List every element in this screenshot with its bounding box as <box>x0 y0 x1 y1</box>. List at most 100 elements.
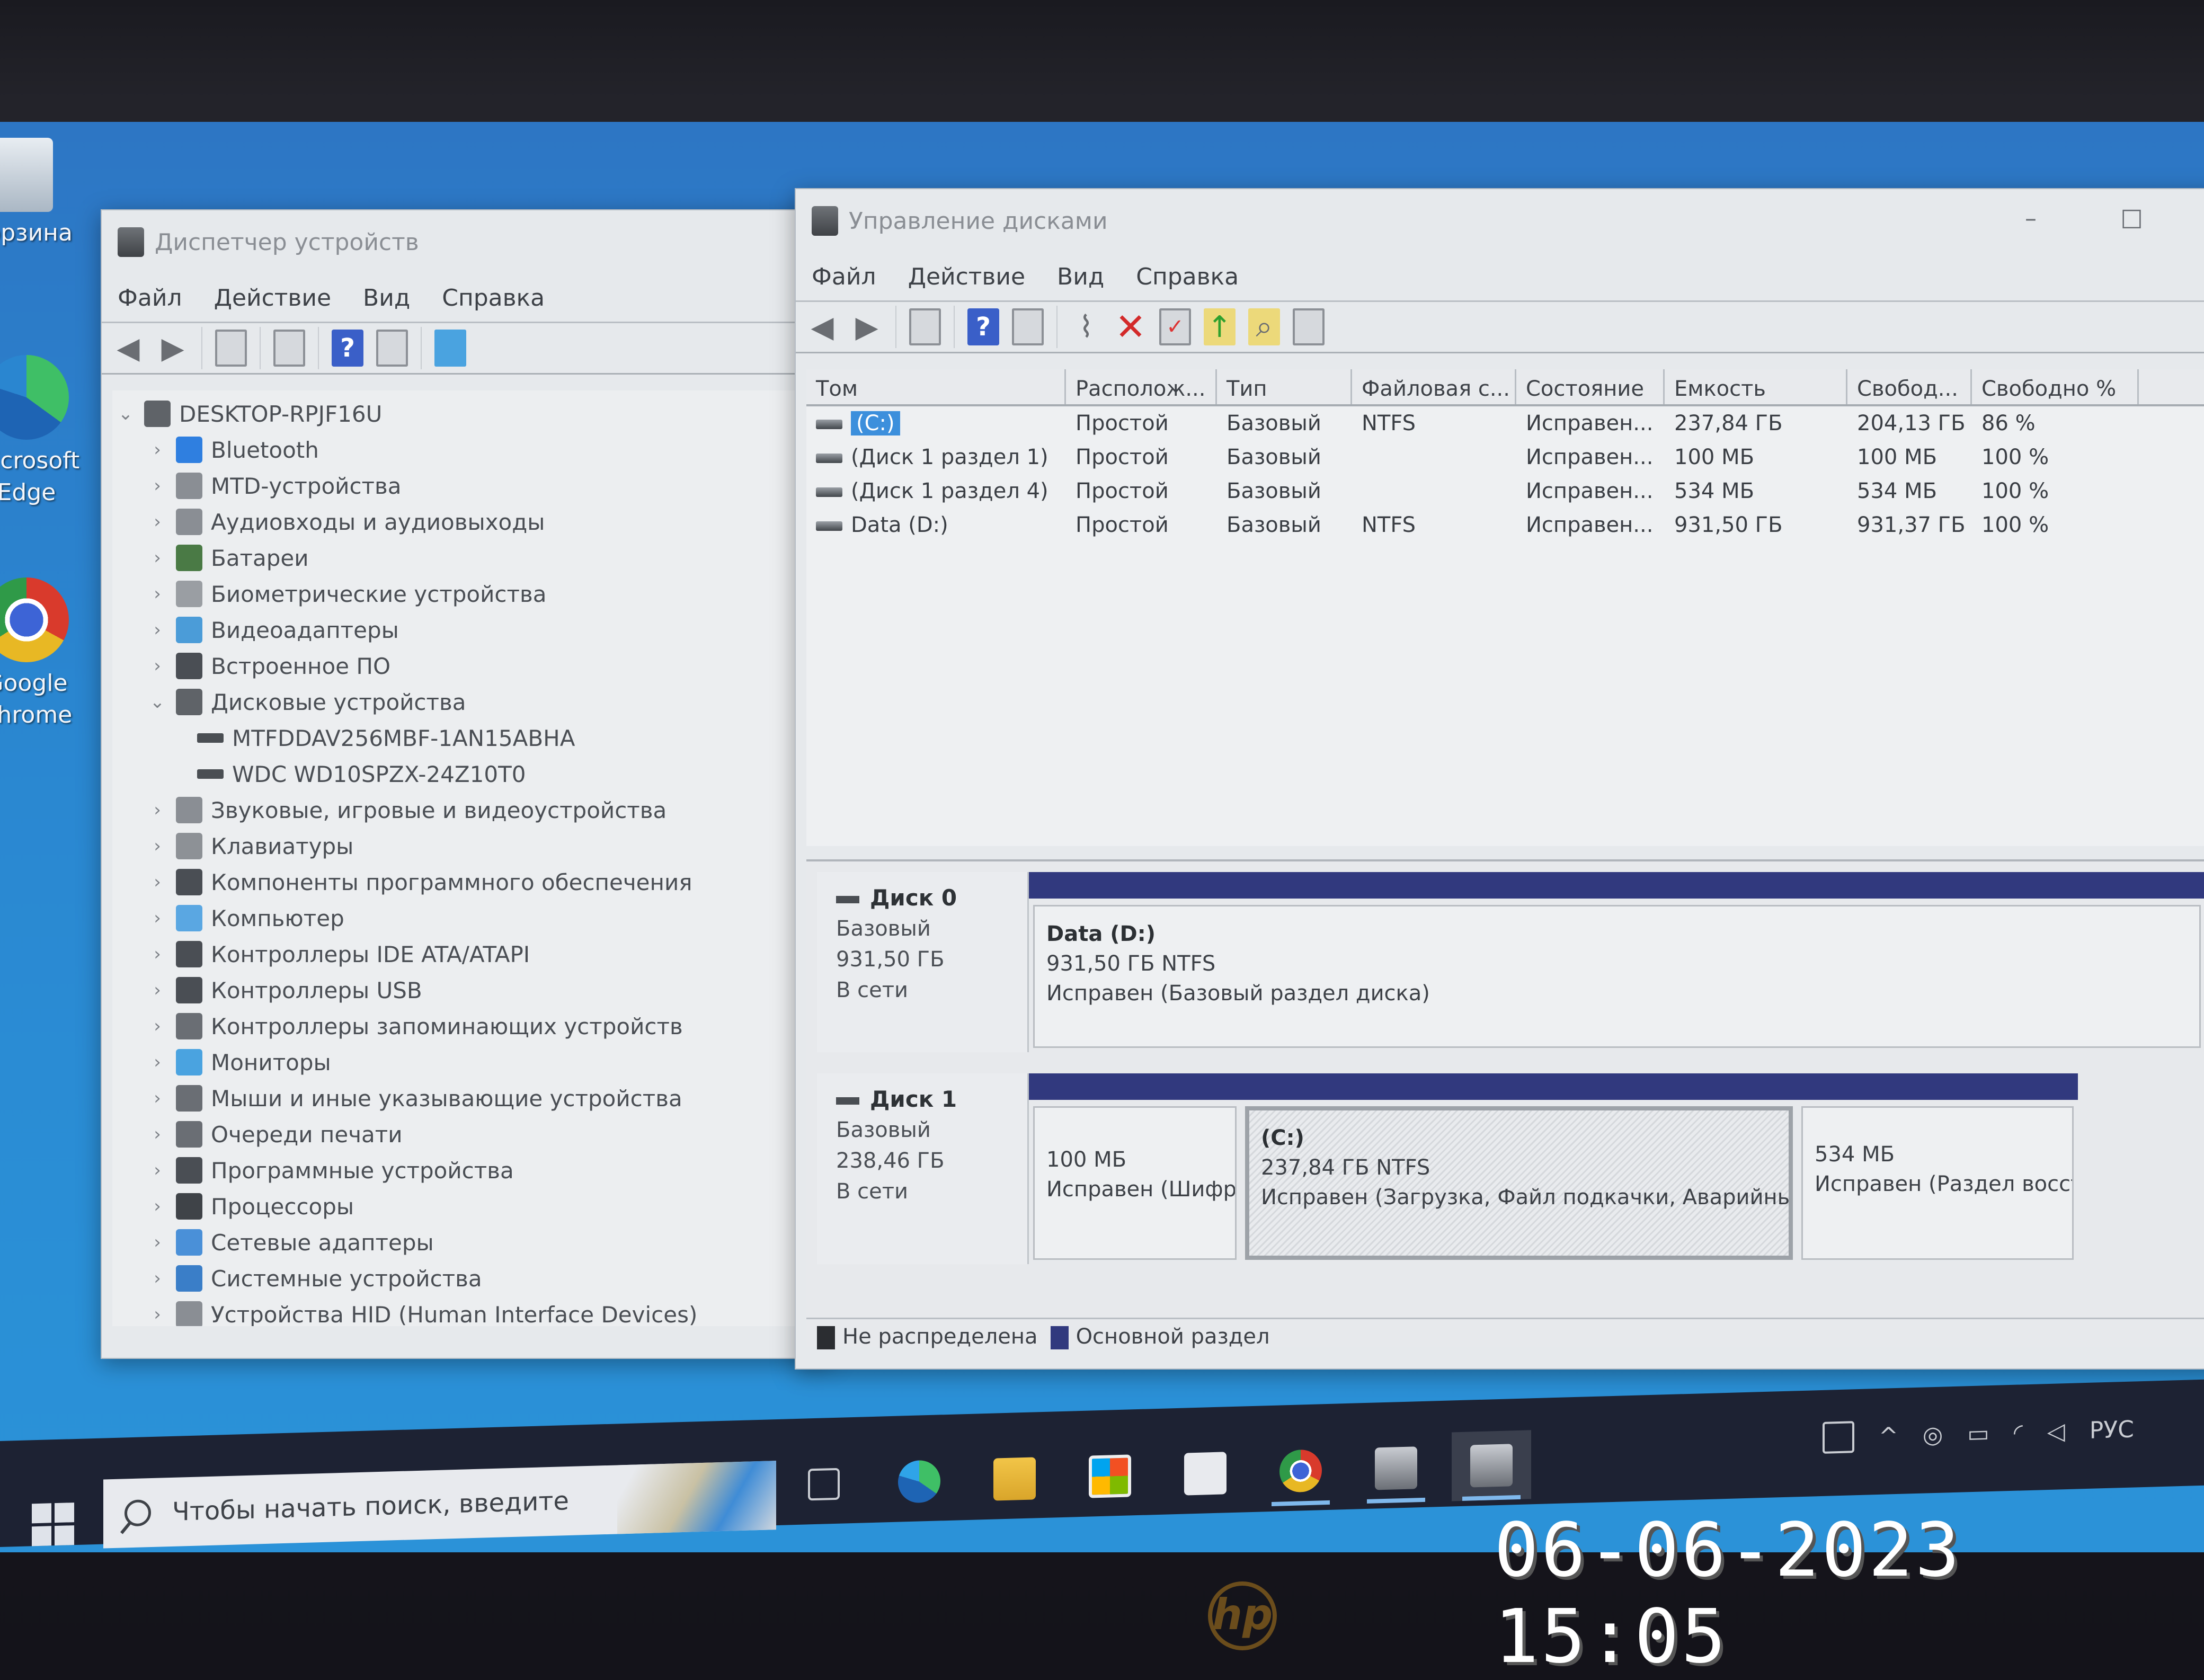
minimize-button[interactable]: – <box>2025 205 2037 232</box>
show-hidden-icon[interactable] <box>376 330 408 367</box>
disk-1-label[interactable]: Диск 1 Базовый 238,46 ГБ В сети <box>817 1073 1029 1264</box>
back-icon[interactable]: ◀ <box>806 308 838 345</box>
chevron-right-icon[interactable]: › <box>144 1052 171 1073</box>
properties-icon[interactable] <box>215 330 247 367</box>
forward-icon[interactable]: ▶ <box>851 308 883 345</box>
back-icon[interactable]: ◀ <box>112 330 144 367</box>
chevron-right-icon[interactable]: › <box>144 475 171 496</box>
maximize-button[interactable]: ☐ <box>2120 205 2143 235</box>
tree-node[interactable]: › Аудиовходы и аудиовыходы <box>144 504 820 540</box>
tree-node[interactable]: › Программные устройства <box>144 1152 820 1188</box>
chevron-right-icon[interactable]: › <box>144 1088 171 1109</box>
monitor-icon[interactable] <box>434 330 466 367</box>
show-hide-tree-icon[interactable] <box>909 308 941 345</box>
tree-node[interactable]: ⌄ Дисковые устройства <box>144 684 820 720</box>
tree-node[interactable]: › Мониторы <box>144 1044 820 1080</box>
column-header-capacity[interactable]: Емкость <box>1665 369 1847 404</box>
chevron-right-icon[interactable]: › <box>144 1232 171 1253</box>
delete-icon[interactable]: ✕ <box>1115 305 1147 349</box>
taskbar-edge[interactable] <box>879 1446 959 1517</box>
tree-leaf-disk-drive[interactable]: WDC WD10SPZX-24Z10T0 <box>144 756 820 792</box>
chevron-right-icon[interactable]: › <box>144 835 171 857</box>
disk-0-label[interactable]: Диск 0 Базовый 931,50 ГБ В сети <box>817 872 1029 1052</box>
chevron-right-icon[interactable]: › <box>144 1160 171 1181</box>
tree-node[interactable]: › Устройства HID (Human Interface Devices… <box>144 1296 820 1326</box>
tree-root[interactable]: ⌄ DESKTOP-RPJF16U <box>112 396 820 432</box>
chevron-right-icon[interactable]: › <box>144 1196 171 1217</box>
chevron-right-icon[interactable]: › <box>144 1016 171 1037</box>
check-icon[interactable]: ✓ <box>1159 308 1191 345</box>
battery-icon[interactable]: ▭ <box>1967 1420 1989 1447</box>
tree-node[interactable]: › Клавиатуры <box>144 828 820 864</box>
chevron-right-icon[interactable]: › <box>144 872 171 893</box>
desktop-icon-chrome[interactable]: Google Chrome <box>0 577 79 731</box>
tree-node[interactable]: › Bluetooth <box>144 432 820 468</box>
update-driver-icon[interactable] <box>273 330 305 367</box>
tree-node[interactable]: › Контроллеры USB <box>144 972 820 1008</box>
menu-view[interactable]: Вид <box>1057 263 1104 290</box>
open-folder-icon[interactable]: ↑ <box>1204 308 1236 345</box>
tree-node[interactable]: › Мыши и иные указывающие устройства <box>144 1080 820 1116</box>
column-header-filesystem[interactable]: Файловая с... <box>1352 369 1516 404</box>
connect-disk-icon[interactable]: ⌇ <box>1070 308 1102 345</box>
tree-node[interactable]: › Компьютер <box>144 900 820 936</box>
menu-view[interactable]: Вид <box>363 285 410 312</box>
help-icon[interactable]: ? <box>967 308 999 345</box>
forward-icon[interactable]: ▶ <box>157 330 189 367</box>
chevron-down-icon[interactable]: ⌄ <box>144 691 171 713</box>
desktop-icon-recycle-bin[interactable]: Корзина <box>0 138 74 249</box>
tree-node[interactable]: › Сетевые адаптеры <box>144 1224 820 1260</box>
chevron-right-icon[interactable]: › <box>144 619 171 641</box>
tree-node[interactable]: › Процессоры <box>144 1188 820 1224</box>
menu-action[interactable]: Действие <box>214 285 331 312</box>
chevron-right-icon[interactable]: › <box>144 980 171 1001</box>
tree-node[interactable]: › Видеоадаптеры <box>144 612 820 648</box>
chevron-right-icon[interactable]: › <box>144 1124 171 1145</box>
menu-help[interactable]: Справка <box>1136 263 1239 290</box>
wifi-icon[interactable]: ◜ <box>2014 1419 2023 1446</box>
column-header-layout[interactable]: Располож... <box>1066 369 1217 404</box>
chevron-up-icon[interactable]: ^ <box>1879 1422 1898 1450</box>
disk-management-titlebar[interactable]: Управление дисками – ☐ <box>796 189 2204 253</box>
properties-icon[interactable] <box>1293 308 1325 345</box>
column-header-type[interactable]: Тип <box>1217 369 1352 404</box>
volume-row[interactable]: (C:) Простой Базовый NTFS Исправен... 237,84 … <box>806 406 2204 440</box>
column-header-status[interactable]: Состояние <box>1516 369 1665 404</box>
taskbar-chrome[interactable] <box>1261 1435 1340 1506</box>
chevron-right-icon[interactable]: › <box>144 655 171 677</box>
menu-help[interactable]: Справка <box>442 285 545 312</box>
menu-file[interactable]: Файл <box>118 285 182 312</box>
chevron-down-icon[interactable]: ⌄ <box>112 403 139 424</box>
chevron-right-icon[interactable]: › <box>144 944 171 965</box>
column-header-free-percent[interactable]: Свободно % <box>1972 369 2139 404</box>
chevron-right-icon[interactable]: › <box>144 511 171 532</box>
language-indicator[interactable]: РУС <box>2090 1416 2134 1444</box>
explore-icon[interactable]: ⌕ <box>1248 308 1280 345</box>
partition-data-d[interactable]: Data (D:) 931,50 ГБ NTFS Исправен (Базов… <box>1029 872 2204 1052</box>
taskbar-mail[interactable] <box>1166 1438 1245 1509</box>
camera-icon[interactable]: ◎ <box>1923 1421 1943 1448</box>
partition-efi[interactable]: 100 МБ Исправен (Шифр <box>1029 1073 1241 1264</box>
chevron-right-icon[interactable]: › <box>144 1268 171 1289</box>
taskbar-file-explorer[interactable] <box>975 1443 1054 1514</box>
chevron-right-icon[interactable]: › <box>144 908 171 929</box>
volume-icon[interactable]: ◁ <box>2047 1418 2065 1445</box>
column-header-volume[interactable]: Том <box>806 369 1066 404</box>
tree-node[interactable]: › Биометрические устройства <box>144 576 820 612</box>
taskbar-store[interactable] <box>1070 1441 1150 1512</box>
menu-action[interactable]: Действие <box>908 263 1025 290</box>
menu-file[interactable]: Файл <box>812 263 876 290</box>
tree-node[interactable]: › Компоненты программного обеспечения <box>144 864 820 900</box>
news-icon[interactable] <box>1823 1421 1854 1454</box>
chevron-right-icon[interactable]: › <box>144 439 171 460</box>
start-button[interactable] <box>32 1503 74 1546</box>
show-hide-action-pane-icon[interactable] <box>1012 308 1044 345</box>
chevron-right-icon[interactable]: › <box>144 799 171 821</box>
taskbar-device-manager[interactable] <box>1356 1433 1436 1504</box>
volume-row[interactable]: (Диск 1 раздел 1) Простой Базовый Исправен.… <box>806 440 2204 474</box>
tree-leaf-disk-drive[interactable]: MTFDDAV256MBF-1AN15ABHA <box>144 720 820 756</box>
column-header-free-space[interactable]: Свобод... <box>1847 369 1972 404</box>
tree-node[interactable]: › Контроллеры запоминающих устройств <box>144 1008 820 1044</box>
chevron-right-icon[interactable]: › <box>144 583 171 605</box>
tree-node[interactable]: › Звуковые, игровые и видеоустройства <box>144 792 820 828</box>
